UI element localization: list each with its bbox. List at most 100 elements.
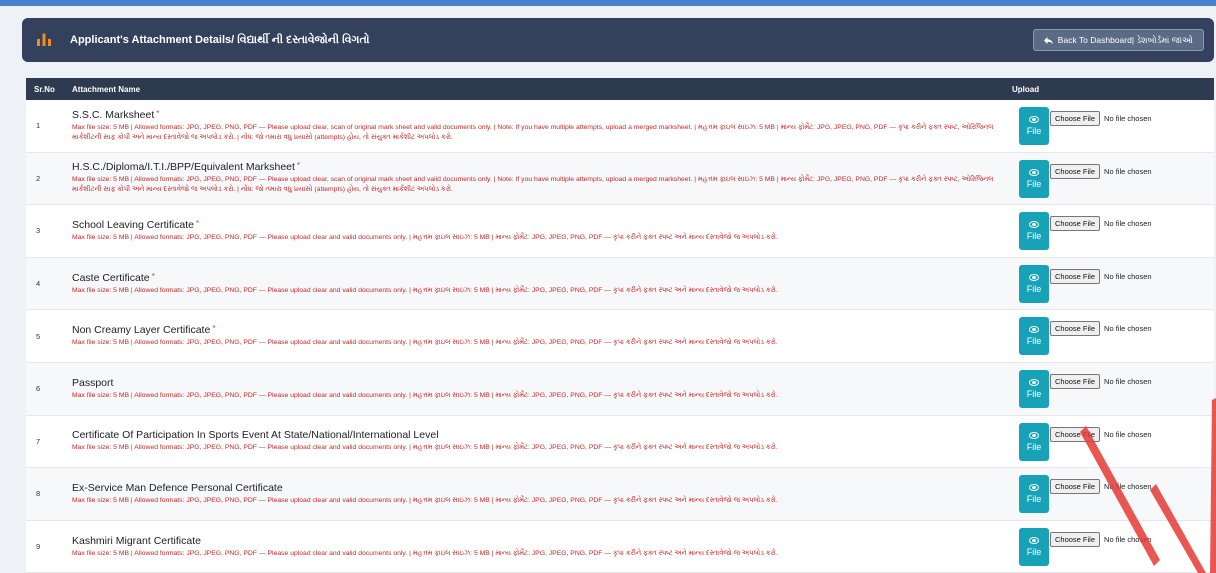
attachment-instructions: Max file size: 5 MB | Allowed formats: J… xyxy=(72,444,778,452)
view-file-button[interactable]: File xyxy=(1019,212,1049,251)
eye-icon xyxy=(1029,326,1039,334)
page-top-border xyxy=(0,0,1216,6)
view-file-button[interactable]: File xyxy=(1019,422,1049,461)
row-sr-no: 4 xyxy=(36,279,41,289)
row-sr-no: 9 xyxy=(36,542,41,552)
header-attachment-name: Attachment Name xyxy=(72,84,141,94)
file-upload-input: Choose File No file chosen xyxy=(1050,268,1152,284)
attachment-instructions: Max file size: 5 MB | Allowed formats: J… xyxy=(72,176,994,194)
attachment-info: School Leaving Certificate * Max file size… xyxy=(72,205,996,257)
eye-icon xyxy=(1029,536,1039,544)
attachment-info: S.S.C. Marksheet * Max file size: 5 MB | A… xyxy=(72,100,996,152)
eye-icon xyxy=(1029,168,1039,176)
table-row: 7 Certificate Of Participation In Sports … xyxy=(26,416,1214,469)
attachment-name: School Leaving Certificate * xyxy=(72,219,996,231)
file-upload-input: Choose File No file chosen xyxy=(1050,531,1152,547)
attachment-name: Non Creamy Layer Certificate * xyxy=(72,324,996,336)
file-button-label: File xyxy=(1026,126,1042,136)
file-button-label: File xyxy=(1026,231,1042,242)
view-file-button[interactable]: File xyxy=(1019,527,1049,566)
choose-file-button[interactable]: Choose File xyxy=(1050,426,1101,442)
table-row: 6 Passport Max file size: 5 MB | Allowed f… xyxy=(26,362,1214,416)
attachment-name-text: School Leaving Certificate xyxy=(72,218,194,231)
view-file-button[interactable]: File xyxy=(1019,107,1049,145)
attachment-name: Ex-Service Man Defence Personal Certific… xyxy=(72,482,996,494)
no-file-chosen-text: No file chosen xyxy=(1104,482,1152,492)
choose-file-button[interactable]: Choose File xyxy=(1050,268,1101,284)
table-row: 5 Non Creamy Layer Certificate * Max file s… xyxy=(26,310,1214,363)
attachment-info: Kashmiri Migrant Certificate Max file siz… xyxy=(72,521,996,573)
no-file-chosen-text: No file chosen xyxy=(1104,271,1152,281)
required-marker: * xyxy=(156,108,160,118)
file-upload-input: Choose File No file chosen xyxy=(1050,111,1152,126)
file-upload-input: Choose File No file chosen xyxy=(1050,373,1152,389)
attachment-name-text: Certificate Of Participation In Sports E… xyxy=(72,429,439,442)
choose-file-button[interactable]: Choose File xyxy=(1050,163,1101,179)
file-upload-input: Choose File No file chosen xyxy=(1050,426,1152,442)
file-button-label: File xyxy=(1026,546,1042,557)
required-marker: * xyxy=(212,324,216,334)
row-sr-no: 7 xyxy=(36,436,41,446)
view-file-button[interactable]: File xyxy=(1019,475,1049,514)
back-to-dashboard-button[interactable]: Back To Dashboard| ડેશબોર્ડમાં જાઓ xyxy=(1032,29,1204,51)
header-sr-no: Sr.No xyxy=(34,84,55,94)
required-marker: * xyxy=(296,161,301,171)
attachment-info: Passport Max file size: 5 MB | Allowed fo… xyxy=(72,363,996,415)
eye-icon xyxy=(1029,273,1039,281)
row-sr-no: 5 xyxy=(36,331,41,341)
no-file-chosen-text: No file chosen xyxy=(1104,114,1152,123)
attachment-name: H.S.C./Diploma/I.T.I./BPP/Equivalent Mar… xyxy=(72,161,996,173)
no-file-chosen-text: No file chosen xyxy=(1104,376,1152,386)
file-button-label: File xyxy=(1026,283,1042,294)
attachment-name-text: H.S.C./Diploma/I.T.I./BPP/Equivalent Mar… xyxy=(72,161,295,174)
attachment-name: Kashmiri Migrant Certificate xyxy=(72,535,996,547)
file-upload-input: Choose File No file chosen xyxy=(1050,321,1152,337)
eye-icon xyxy=(1029,484,1039,492)
attachments-table: Sr.No Attachment Name Upload 1 S.S.C. Mar… xyxy=(26,78,1214,573)
attachment-name-text: Caste Certificate xyxy=(72,271,150,284)
row-sr-no: 2 xyxy=(36,173,41,183)
attachment-instructions: Max file size: 5 MB | Allowed formats: J… xyxy=(72,496,778,504)
back-arrow-icon xyxy=(1043,36,1053,44)
choose-file-button[interactable]: Choose File xyxy=(1050,216,1101,232)
row-sr-no: 8 xyxy=(36,489,41,499)
file-upload-input: Choose File No file chosen xyxy=(1050,163,1152,179)
required-marker: * xyxy=(196,218,200,228)
graduate-icon xyxy=(36,30,58,50)
attachment-instructions: Max file size: 5 MB | Allowed formats: J… xyxy=(72,391,778,399)
view-file-button[interactable]: File xyxy=(1019,317,1049,356)
no-file-chosen-text: No file chosen xyxy=(1104,166,1152,176)
attachment-name-text: Passport xyxy=(72,376,114,389)
attachment-info: Non Creamy Layer Certificate * Max file si… xyxy=(72,310,996,362)
no-file-chosen-text: No file chosen xyxy=(1104,534,1152,544)
attachment-instructions: Max file size: 5 MB | Allowed formats: J… xyxy=(72,286,778,294)
eye-icon xyxy=(1029,221,1039,229)
page-header: Applicant's Attachment Details/ વિદ્યાર્… xyxy=(22,18,1214,62)
back-button-label: Back To Dashboard| ડેશબોર્ડમાં જાઓ xyxy=(1057,34,1193,45)
choose-file-button[interactable]: Choose File xyxy=(1050,531,1101,547)
row-sr-no: 1 xyxy=(36,121,41,131)
file-button-label: File xyxy=(1026,178,1042,189)
choose-file-button[interactable]: Choose File xyxy=(1050,373,1101,389)
view-file-button[interactable]: File xyxy=(1019,264,1049,303)
view-file-button[interactable]: File xyxy=(1019,159,1049,198)
file-button-label: File xyxy=(1026,494,1042,505)
view-file-button[interactable]: File xyxy=(1019,369,1049,408)
attachment-name: S.S.C. Marksheet * xyxy=(72,109,996,121)
attachment-info: Ex-Service Man Defence Personal Certific… xyxy=(72,468,996,520)
attachment-instructions: Max file size: 5 MB | Allowed formats: J… xyxy=(72,339,778,347)
table-row: 2 H.S.C./Diploma/I.T.I./BPP/Equivalent Ma… xyxy=(26,152,1214,206)
page-title: Applicant's Attachment Details/ વિદ્યાર્… xyxy=(70,33,370,46)
required-marker: * xyxy=(151,271,155,281)
table-row: 1 S.S.C. Marksheet * Max file size: 5 MB | … xyxy=(26,100,1214,153)
attachment-name-text: Non Creamy Layer Certificate xyxy=(72,324,211,337)
choose-file-button[interactable]: Choose File xyxy=(1050,111,1101,126)
eye-icon xyxy=(1029,116,1039,123)
choose-file-button[interactable]: Choose File xyxy=(1050,321,1101,337)
choose-file-button[interactable]: Choose File xyxy=(1050,479,1101,495)
attachment-info: Certificate Of Participation In Sports E… xyxy=(72,416,996,468)
row-sr-no: 3 xyxy=(36,226,41,236)
eye-icon xyxy=(1029,378,1039,386)
eye-icon xyxy=(1029,431,1039,439)
table-header: Sr.No Attachment Name Upload xyxy=(26,78,1214,100)
